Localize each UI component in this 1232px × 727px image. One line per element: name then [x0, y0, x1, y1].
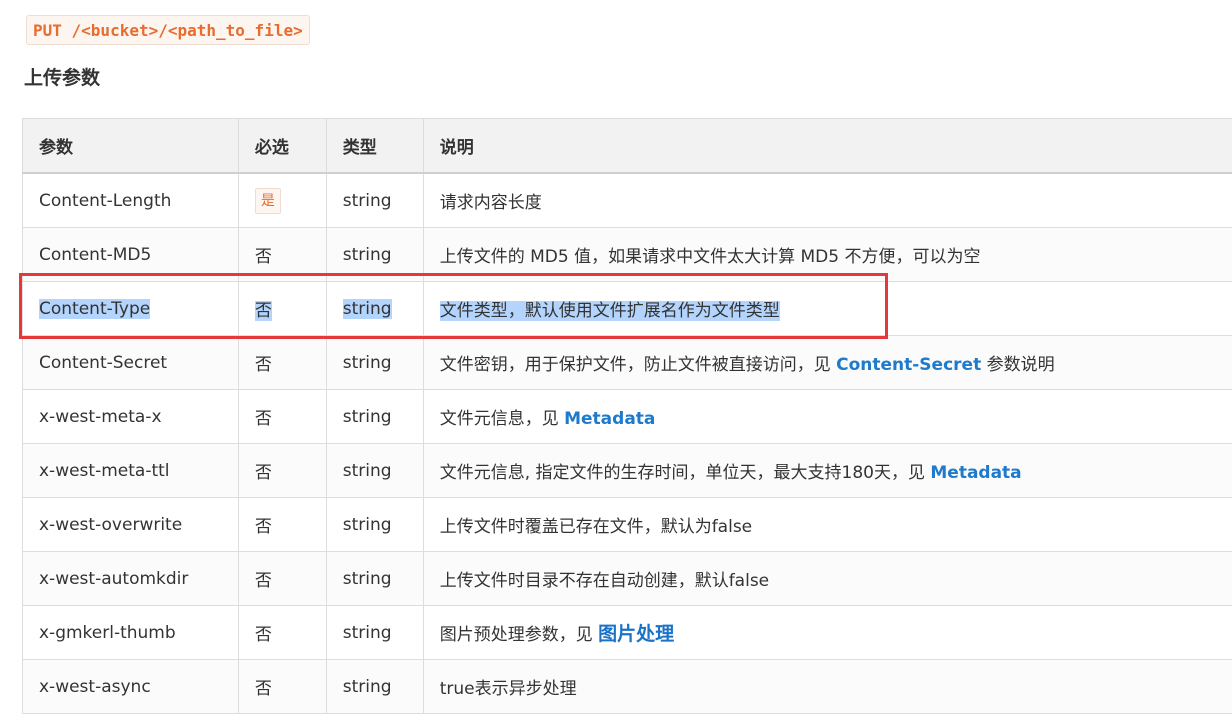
- desc-cell: 文件元信息，见 Metadata: [422, 389, 1232, 444]
- required-cell: 否: [237, 389, 327, 444]
- table-row: x-west-async 否 string true表示异步处理: [22, 659, 1232, 714]
- param-cell: x-west-overwrite: [22, 497, 239, 552]
- desc-text: 文件元信息, 指定文件的生存时间，单位天，最大支持180天，见: [439, 463, 931, 483]
- content-secret-link[interactable]: Content-Secret: [836, 355, 981, 375]
- param-cell: x-gmkerl-thumb: [22, 605, 239, 660]
- table-header: 参数 必选 类型 说明: [22, 118, 1232, 174]
- param-cell: x-west-async: [22, 659, 239, 714]
- desc-text: 文件密钥，用于保护文件，防止文件被直接访问，见: [439, 355, 837, 375]
- type-cell: string: [325, 551, 424, 606]
- header-desc: 说明: [422, 118, 1232, 174]
- selected-text: 否: [254, 301, 272, 321]
- param-cell: x-west-meta-x: [22, 389, 239, 444]
- type-cell: string: [325, 281, 424, 336]
- desc-cell: true表示异步处理: [422, 659, 1232, 714]
- type-cell: string: [325, 443, 424, 498]
- table-row: Content-MD5 否 string 上传文件的 MD5 值，如果请求中文件…: [22, 227, 1232, 282]
- selected-text: string: [342, 298, 392, 319]
- image-processing-link[interactable]: 图片处理: [598, 623, 674, 645]
- section-title: 上传参数: [24, 67, 101, 89]
- table-row: x-west-meta-ttl 否 string 文件元信息, 指定文件的生存时…: [22, 443, 1232, 498]
- table-row: x-gmkerl-thumb 否 string 图片预处理参数，见 图片处理: [22, 605, 1232, 660]
- param-cell: Content-Type: [22, 281, 239, 336]
- param-cell: x-west-meta-ttl: [22, 443, 239, 498]
- required-cell: 否: [237, 281, 327, 336]
- required-cell: 否: [237, 335, 327, 390]
- param-cell: Content-MD5: [22, 227, 239, 282]
- header-type: 类型: [325, 118, 424, 174]
- type-cell: string: [325, 659, 424, 714]
- desc-cell: 图片预处理参数，见 图片处理: [422, 605, 1232, 660]
- desc-cell: 上传文件时目录不存在自动创建，默认false: [422, 551, 1232, 606]
- table-row: Content-Secret 否 string 文件密钥，用于保护文件，防止文件…: [22, 335, 1232, 390]
- desc-cell: 文件类型，默认使用文件扩展名作为文件类型: [422, 281, 1232, 336]
- param-cell: Content-Secret: [22, 335, 239, 390]
- params-table: 参数 必选 类型 说明 Content-Length 是 string 请求内容…: [22, 118, 1232, 714]
- desc-cell: 上传文件的 MD5 值，如果请求中文件太大计算 MD5 不方便，可以为空: [422, 227, 1232, 282]
- table-row: x-west-automkdir 否 string 上传文件时目录不存在自动创建…: [22, 551, 1232, 606]
- desc-cell: 请求内容长度: [422, 172, 1232, 228]
- param-cell: x-west-automkdir: [22, 551, 239, 606]
- type-cell: string: [325, 605, 424, 660]
- required-cell: 否: [237, 497, 327, 552]
- type-cell: string: [325, 389, 424, 444]
- desc-cell: 文件元信息, 指定文件的生存时间，单位天，最大支持180天，见 Metadata: [422, 443, 1232, 498]
- type-cell: string: [325, 497, 424, 552]
- metadata-link[interactable]: Metadata: [564, 409, 655, 429]
- table-row: Content-Length 是 string 请求内容长度: [22, 172, 1232, 228]
- desc-text: 参数说明: [981, 355, 1055, 375]
- metadata-link[interactable]: Metadata: [930, 463, 1021, 483]
- param-cell: Content-Length: [22, 172, 239, 228]
- table-row-selected: Content-Type 否 string 文件类型，默认使用文件扩展名作为文件…: [22, 281, 1232, 336]
- doc-page: PUT /<bucket>/<path_to_file> 上传参数 参数 必选 …: [0, 0, 1232, 727]
- required-cell: 否: [237, 443, 327, 498]
- header-row: 参数 必选 类型 说明: [22, 118, 1232, 174]
- required-yes-badge: 是: [254, 187, 281, 214]
- table-row: x-west-meta-x 否 string 文件元信息，见 Metadata: [22, 389, 1232, 444]
- required-cell: 是: [237, 172, 327, 228]
- required-cell: 否: [237, 551, 327, 606]
- required-cell: 否: [237, 605, 327, 660]
- desc-text: 图片预处理参数，见: [439, 625, 599, 645]
- endpoint-code: PUT /<bucket>/<path_to_file>: [26, 15, 310, 45]
- desc-cell: 文件密钥，用于保护文件，防止文件被直接访问，见 Content-Secret 参…: [422, 335, 1232, 390]
- required-cell: 否: [237, 227, 327, 282]
- type-cell: string: [325, 172, 424, 228]
- type-cell: string: [325, 335, 424, 390]
- selected-text: Content-Type: [39, 298, 151, 319]
- table-row: x-west-overwrite 否 string 上传文件时覆盖已存在文件，默…: [22, 497, 1232, 552]
- header-required: 必选: [237, 118, 327, 174]
- selected-text: 文件类型，默认使用文件扩展名作为文件类型: [439, 301, 780, 321]
- desc-cell: 上传文件时覆盖已存在文件，默认为false: [422, 497, 1232, 552]
- desc-text: 文件元信息，见: [439, 409, 565, 429]
- required-cell: 否: [237, 659, 327, 714]
- type-cell: string: [325, 227, 424, 282]
- header-param: 参数: [22, 118, 239, 174]
